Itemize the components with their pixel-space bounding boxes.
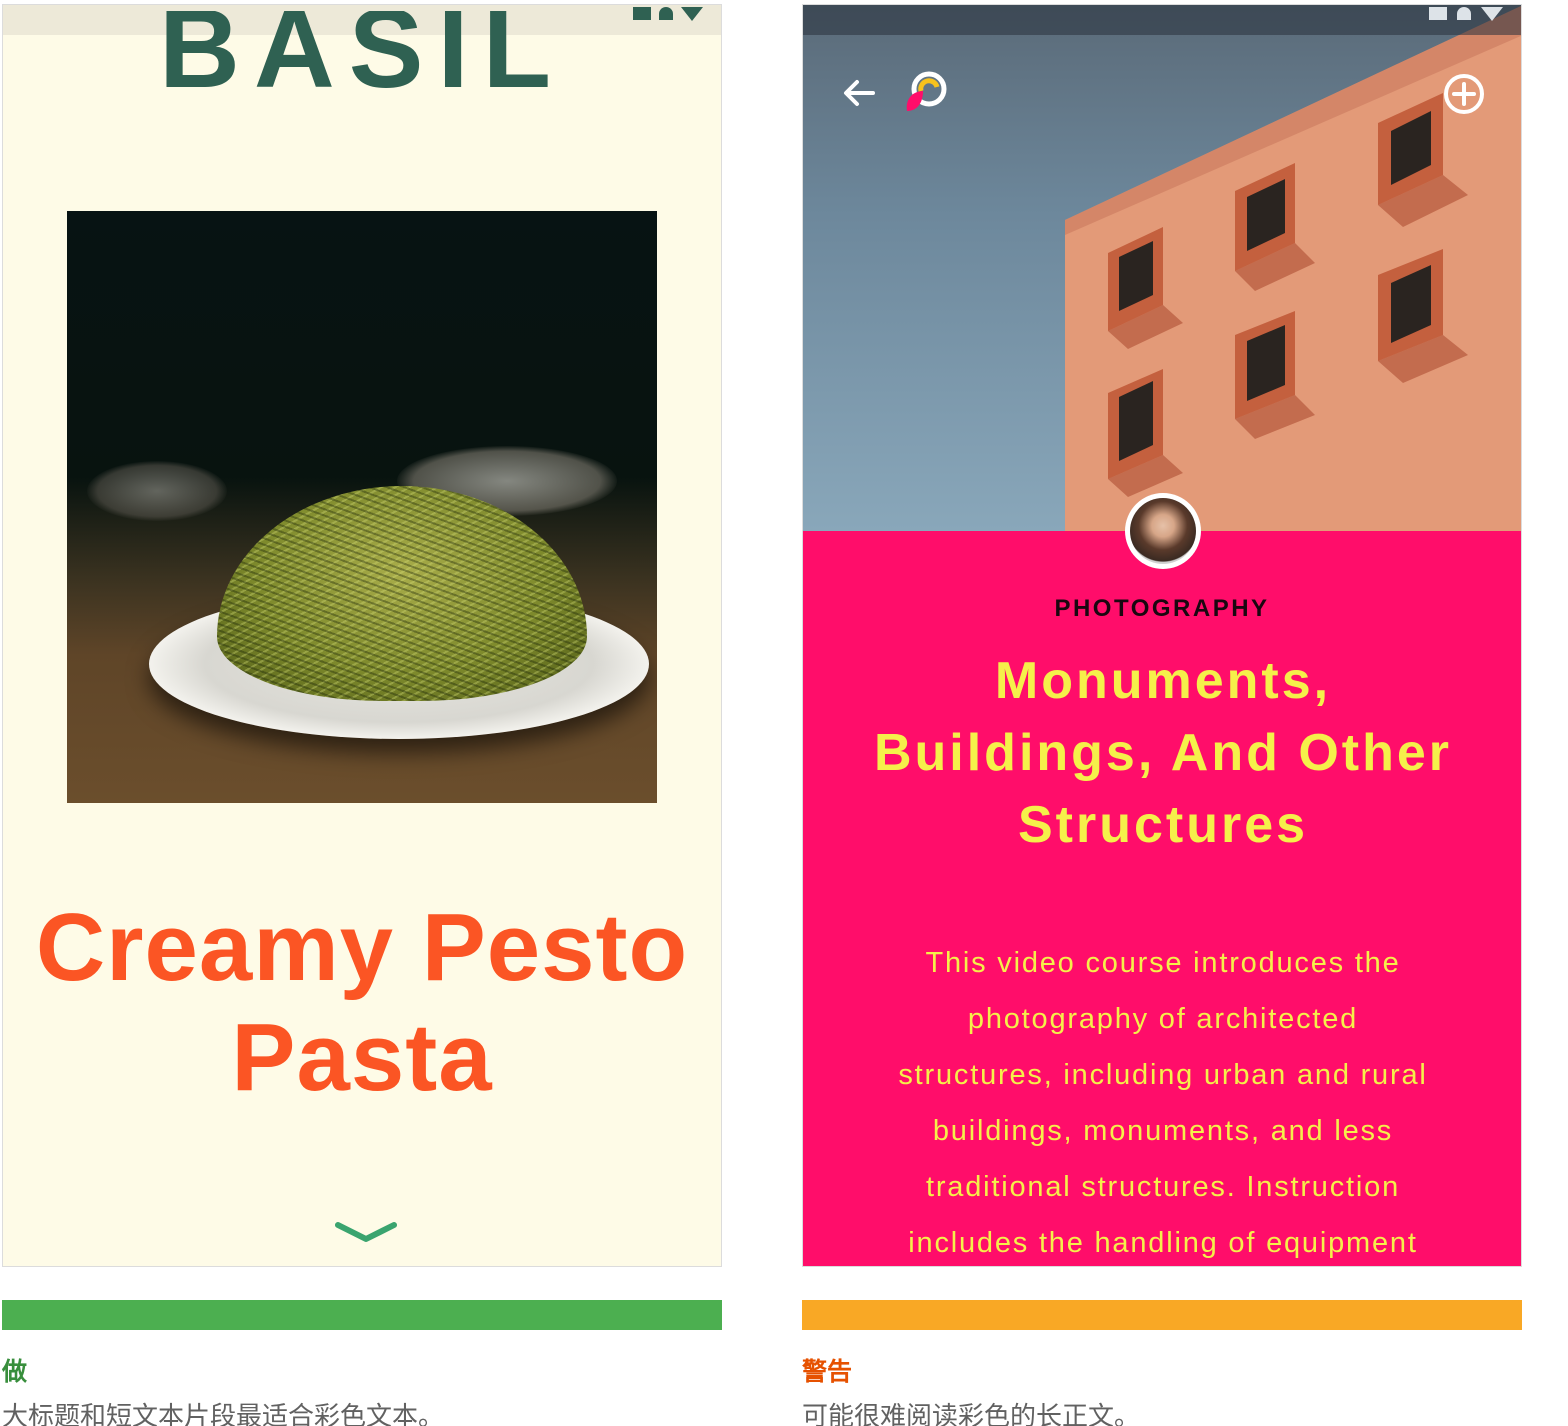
back-arrow-icon[interactable] bbox=[839, 73, 879, 113]
avatar-photo bbox=[1130, 498, 1196, 564]
caution-caption: 可能很难阅读彩色的长正文。 bbox=[802, 1402, 1141, 1426]
background-bowl bbox=[87, 461, 227, 521]
do-label: 做 bbox=[2, 1357, 28, 1386]
photography-phone-mockup: PHOTOGRAPHY Monuments, Buildings, And Ot… bbox=[802, 4, 1522, 1267]
caution-label: 警告 bbox=[802, 1357, 853, 1386]
recipe-title: Creamy Pesto Pasta bbox=[3, 893, 721, 1113]
signal-icon bbox=[1429, 7, 1447, 20]
body-line: includes the handling of equipment bbox=[908, 1227, 1418, 1259]
basil-phone-mockup: BASIL Creamy Pesto Pasta bbox=[2, 4, 722, 1267]
body-line: traditional structures. Instruction bbox=[925, 1171, 1400, 1203]
brand-logo-text: BASIL bbox=[159, 11, 565, 107]
caution-indicator-bar bbox=[802, 1300, 1522, 1330]
category-label: PHOTOGRAPHY bbox=[1054, 595, 1270, 622]
pasta bbox=[217, 486, 587, 701]
guideline-comparison: BASIL Creamy Pesto Pasta PHOTOGRAPHY Mon… bbox=[0, 0, 1568, 1426]
pesto-pasta-photo bbox=[67, 211, 657, 803]
status-bar bbox=[803, 5, 1521, 35]
wifi-icon bbox=[1457, 7, 1471, 20]
battery-icon bbox=[1481, 7, 1503, 21]
building-hero-image bbox=[803, 5, 1521, 531]
add-circle-icon[interactable] bbox=[1441, 71, 1487, 117]
course-title: Monuments, Buildings, And Other Structur… bbox=[823, 645, 1503, 861]
course-title-line: Structures bbox=[1017, 796, 1309, 854]
app-logo-icon bbox=[906, 71, 947, 111]
recipe-title-line: Pasta bbox=[231, 1004, 493, 1111]
body-line: photography of architected bbox=[967, 1003, 1359, 1035]
body-line: buildings, monuments, and less bbox=[932, 1115, 1394, 1147]
status-icons bbox=[1429, 7, 1503, 21]
chevron-down-icon[interactable] bbox=[334, 1219, 398, 1245]
avatar[interactable] bbox=[1125, 493, 1201, 569]
do-caption: 大标题和短文本片段最适合彩色文本。 bbox=[2, 1402, 445, 1426]
brand-logo: BASIL bbox=[3, 11, 721, 107]
body-line: structures, including urban and rural bbox=[898, 1059, 1428, 1091]
course-title-line: Monuments, bbox=[994, 652, 1332, 710]
course-title-line: Buildings, And Other bbox=[873, 724, 1453, 782]
recipe-title-line: Creamy Pesto bbox=[35, 894, 689, 1001]
body-line: This video course introduces the bbox=[925, 947, 1401, 979]
do-indicator-bar bbox=[2, 1300, 722, 1330]
course-description: This video course introduces the photogr… bbox=[833, 935, 1493, 1266]
